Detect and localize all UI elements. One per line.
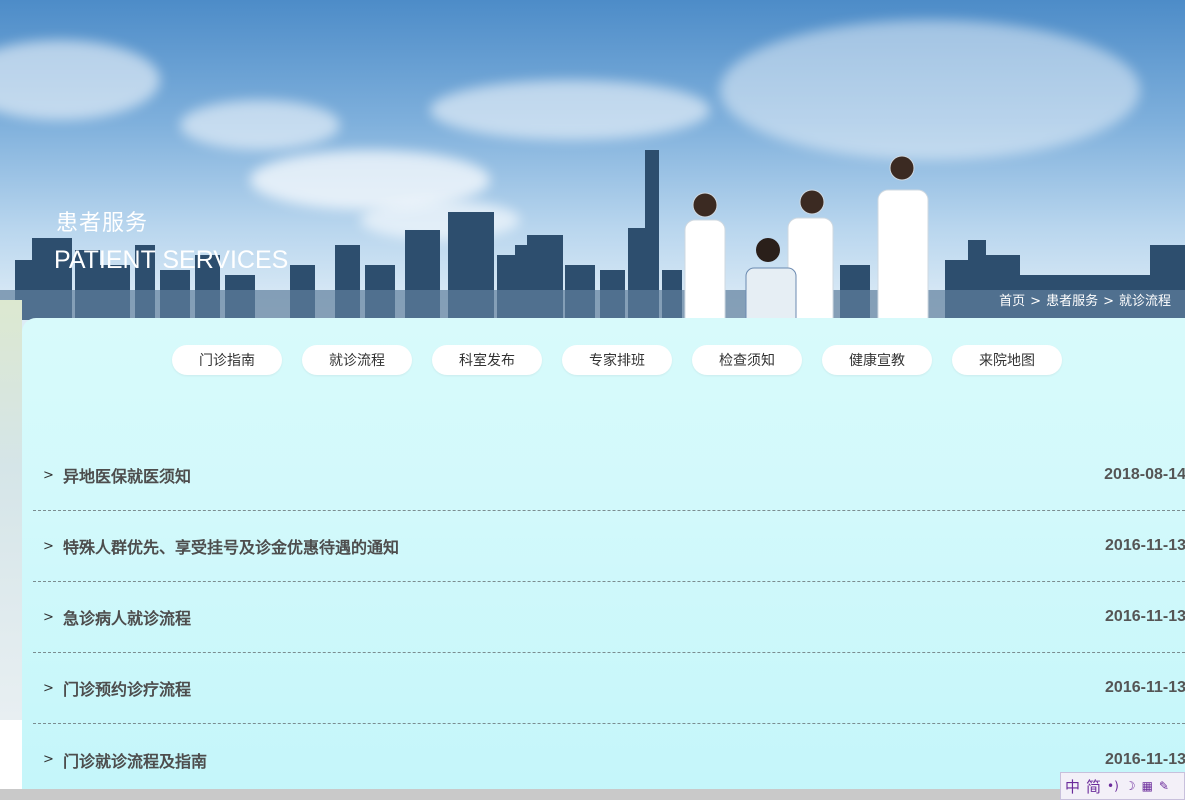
list-item-date: 2016-11-13 <box>1105 537 1185 554</box>
chevron-right-icon: > <box>43 467 54 483</box>
settings-icon[interactable]: ✎ <box>1159 779 1169 793</box>
tab-health-education[interactable]: 健康宣教 <box>822 345 932 375</box>
chevron-right-icon: > <box>43 538 54 554</box>
chevron-right-icon: > <box>43 609 54 625</box>
breadcrumb-home-link[interactable]: 首页 <box>999 294 1025 309</box>
simplified-toggle-button[interactable]: 简 <box>1086 776 1101 797</box>
list-item[interactable]: > 特殊人群优先、享受挂号及诊金优惠待遇的通知 2016-11-13 <box>33 511 1185 582</box>
page-margin <box>0 720 22 789</box>
list-item[interactable]: > 异地医保就医须知 2018-08-14 <box>33 440 1185 511</box>
panel-arc <box>22 318 1185 438</box>
voice-icon[interactable]: •) <box>1107 779 1119 793</box>
tab-expert-schedule[interactable]: 专家排班 <box>562 345 672 375</box>
language-toolbar: 中 简 •) ☽ ▦ ✎ <box>1060 772 1185 800</box>
breadcrumb-separator: > <box>1030 294 1042 309</box>
list-item-title[interactable]: 特殊人群优先、享受挂号及诊金优惠待遇的通知 <box>63 534 399 558</box>
breadcrumb: 首页 > 患者服务 > 就诊流程 <box>999 290 1171 309</box>
list-item[interactable]: > 门诊预约诊疗流程 2016-11-13 <box>33 653 1185 724</box>
tab-outpatient-guide[interactable]: 门诊指南 <box>172 345 282 375</box>
keyboard-icon[interactable]: ▦ <box>1142 779 1153 793</box>
list-item[interactable]: > 门诊就诊流程及指南 2016-11-13 <box>33 724 1185 795</box>
breadcrumb-patient-services-link[interactable]: 患者服务 <box>1046 294 1098 309</box>
cloud <box>720 20 1140 160</box>
cloud <box>0 40 160 120</box>
tab-visit-process[interactable]: 就诊流程 <box>302 345 412 375</box>
list-item[interactable]: > 急诊病人就诊流程 2016-11-13 <box>33 582 1185 653</box>
tab-hospital-map[interactable]: 来院地图 <box>952 345 1062 375</box>
article-list: > 异地医保就医须知 2018-08-14 > 特殊人群优先、享受挂号及诊金优惠… <box>33 440 1185 795</box>
breadcrumb-current[interactable]: 就诊流程 <box>1119 294 1171 309</box>
list-item-title[interactable]: 门诊预约诊疗流程 <box>63 676 191 700</box>
breadcrumb-separator: > <box>1103 294 1114 309</box>
list-item-title[interactable]: 门诊就诊流程及指南 <box>63 748 207 772</box>
list-item-title[interactable]: 异地医保就医须知 <box>63 463 191 487</box>
tab-department-announcement[interactable]: 科室发布 <box>432 345 542 375</box>
left-decoration <box>0 300 22 720</box>
list-item-date: 2016-11-13 <box>1105 608 1185 625</box>
tab-exam-notice[interactable]: 检查须知 <box>692 345 802 375</box>
section-title-en: PATIENT SERVICES <box>54 246 289 274</box>
list-item-date: 2016-11-13 <box>1105 750 1185 768</box>
subnav-tabs: 门诊指南 就诊流程 科室发布 专家排班 检查须知 健康宣教 来院地图 <box>172 345 1062 375</box>
cloud <box>430 80 710 140</box>
list-item-title[interactable]: 急诊病人就诊流程 <box>63 605 191 629</box>
horizontal-scrollbar[interactable] <box>0 789 1185 800</box>
list-item-date: 2016-11-13 <box>1105 679 1185 696</box>
section-title-cn: 患者服务 <box>56 211 149 236</box>
moon-icon[interactable]: ☽ <box>1125 779 1136 793</box>
chinese-input-button[interactable]: 中 <box>1065 776 1080 797</box>
chevron-right-icon: > <box>43 680 54 696</box>
list-item-date: 2018-08-14 <box>1104 466 1185 483</box>
chevron-right-icon: > <box>43 752 54 767</box>
